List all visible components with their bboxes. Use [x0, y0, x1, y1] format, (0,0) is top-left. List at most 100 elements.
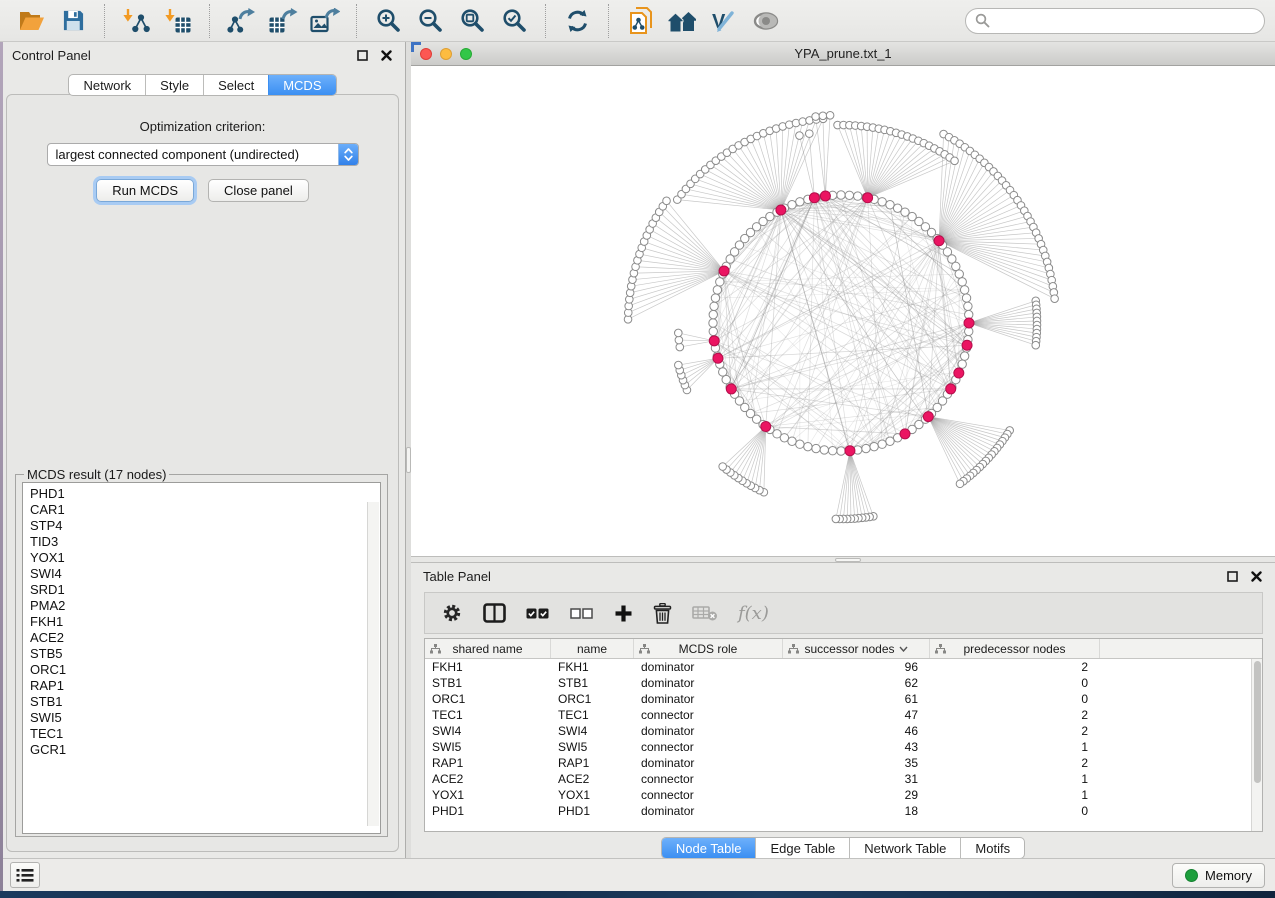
show-graphics-details-button[interactable]: [749, 5, 783, 37]
network-leaf-node[interactable]: [812, 113, 820, 121]
optimization-criterion-select[interactable]: largest connected component (undirected): [47, 143, 359, 166]
network-node[interactable]: [952, 262, 960, 270]
network-leaf-node[interactable]: [675, 329, 683, 337]
float-panel-button[interactable]: [1225, 570, 1239, 584]
network-leaf-node[interactable]: [951, 157, 959, 165]
network-node[interactable]: [962, 294, 970, 302]
mcds-hub-node[interactable]: [719, 266, 729, 276]
mcds-result-item[interactable]: PHD1: [30, 486, 380, 502]
mcds-result-item[interactable]: STB5: [30, 646, 380, 662]
network-leaf-node[interactable]: [796, 132, 804, 140]
mcds-hub-node[interactable]: [776, 205, 786, 215]
column-header-predecessor-nodes[interactable]: predecessor nodes: [930, 639, 1100, 658]
toolbar-search[interactable]: [965, 8, 1265, 34]
network-node[interactable]: [796, 440, 804, 448]
mcds-hub-node[interactable]: [863, 193, 873, 203]
network-leaf-node[interactable]: [676, 343, 684, 351]
table-scrollbar[interactable]: [1251, 659, 1262, 831]
close-panel-icon-button[interactable]: [379, 49, 393, 63]
table-scrollbar-thumb[interactable]: [1254, 661, 1261, 783]
network-node[interactable]: [960, 286, 968, 294]
mcds-result-item[interactable]: SWI4: [30, 566, 380, 582]
network-node[interactable]: [958, 360, 966, 368]
mcds-result-item[interactable]: SWI5: [30, 710, 380, 726]
open-network-cloud-button[interactable]: [623, 5, 657, 37]
network-node[interactable]: [878, 198, 886, 206]
zoom-selected-button[interactable]: [497, 5, 531, 37]
network-leaf-node[interactable]: [719, 463, 727, 471]
home-button[interactable]: [665, 5, 699, 37]
column-header-name[interactable]: name: [551, 639, 634, 658]
horizontal-splitter[interactable]: [411, 556, 1275, 563]
network-node[interactable]: [709, 327, 717, 335]
table-row[interactable]: YOX1 YOX1 connector 29 1: [425, 787, 1262, 803]
network-canvas[interactable]: [411, 66, 1275, 556]
table-row[interactable]: ORC1 ORC1 dominator 61 0: [425, 691, 1262, 707]
network-node[interactable]: [722, 375, 730, 383]
network-leaf-node[interactable]: [675, 361, 683, 369]
network-leaf-node[interactable]: [832, 515, 840, 523]
table-row[interactable]: ACE2 ACE2 connector 31 1: [425, 771, 1262, 787]
mcds-result-item[interactable]: TEC1: [30, 726, 380, 742]
network-node[interactable]: [886, 437, 894, 445]
network-node[interactable]: [870, 442, 878, 450]
column-header-shared-name[interactable]: shared name: [425, 639, 551, 658]
tab-edge-table[interactable]: Edge Table: [755, 838, 849, 858]
network-node[interactable]: [837, 191, 845, 199]
mcds-hub-node[interactable]: [954, 368, 964, 378]
show-columns-button[interactable]: [483, 598, 506, 628]
network-leaf-node[interactable]: [956, 480, 964, 488]
network-node[interactable]: [788, 437, 796, 445]
network-node[interactable]: [710, 302, 718, 310]
mcds-result-item[interactable]: SRD1: [30, 582, 380, 598]
close-panel-button[interactable]: Close panel: [208, 179, 309, 202]
column-header-successor-nodes[interactable]: successor nodes: [783, 639, 930, 658]
network-node[interactable]: [845, 191, 853, 199]
import-network-button[interactable]: [119, 5, 153, 37]
network-node[interactable]: [788, 201, 796, 209]
network-node[interactable]: [960, 352, 968, 360]
network-node[interactable]: [820, 446, 828, 454]
mcds-hub-node[interactable]: [820, 191, 830, 201]
network-leaf-node[interactable]: [663, 197, 671, 205]
float-panel-button[interactable]: [355, 49, 369, 63]
network-node[interactable]: [709, 310, 717, 318]
tab-network[interactable]: Network: [69, 75, 145, 95]
zoom-fit-button[interactable]: [455, 5, 489, 37]
mcds-hub-node[interactable]: [761, 422, 771, 432]
network-leaf-node[interactable]: [1032, 341, 1040, 349]
mcds-result-item[interactable]: STP4: [30, 518, 380, 534]
mcds-result-item[interactable]: ACE2: [30, 630, 380, 646]
table-row[interactable]: PHD1 PHD1 dominator 18 0: [425, 803, 1262, 819]
network-node[interactable]: [716, 278, 724, 286]
mcds-hub-node[interactable]: [962, 340, 972, 350]
zoom-out-button[interactable]: [413, 5, 447, 37]
mcds-hub-node[interactable]: [946, 384, 956, 394]
network-node[interactable]: [837, 447, 845, 455]
export-image-button[interactable]: [308, 5, 342, 37]
network-node[interactable]: [804, 442, 812, 450]
vizmapper-button[interactable]: V: [707, 5, 741, 37]
network-view[interactable]: [411, 66, 1275, 556]
mcds-hub-node[interactable]: [809, 193, 819, 203]
table-options-gear-button[interactable]: [441, 598, 463, 628]
mcds-hub-node[interactable]: [923, 412, 933, 422]
table-row[interactable]: SWI5 SWI5 connector 43 1: [425, 739, 1262, 755]
add-column-button[interactable]: [614, 598, 633, 628]
mcds-hub-node[interactable]: [713, 353, 723, 363]
table-row[interactable]: TEC1 TEC1 connector 47 2: [425, 707, 1262, 723]
network-leaf-node[interactable]: [819, 112, 827, 120]
memory-button[interactable]: Memory: [1172, 863, 1265, 888]
mcds-result-item[interactable]: ORC1: [30, 662, 380, 678]
mcds-hub-node[interactable]: [845, 446, 855, 456]
network-node[interactable]: [719, 368, 727, 376]
import-table-button[interactable]: [161, 5, 195, 37]
network-leaf-node[interactable]: [1051, 295, 1059, 303]
close-panel-icon-button[interactable]: [1249, 570, 1263, 584]
run-mcds-button[interactable]: Run MCDS: [96, 179, 194, 202]
network-node[interactable]: [862, 444, 870, 452]
mcds-result-item[interactable]: GCR1: [30, 742, 380, 758]
mcds-result-item[interactable]: PMA2: [30, 598, 380, 614]
network-node[interactable]: [964, 302, 972, 310]
network-node[interactable]: [886, 201, 894, 209]
